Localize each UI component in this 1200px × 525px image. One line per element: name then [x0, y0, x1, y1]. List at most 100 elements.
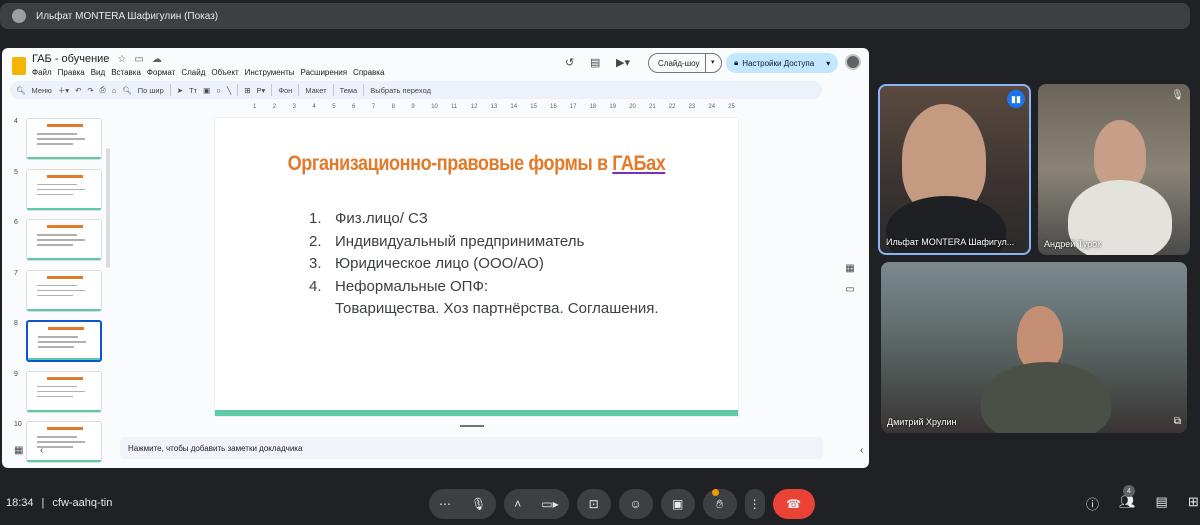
- folder-icon[interactable]: ▭: [845, 284, 854, 295]
- share-button[interactable]: 🔒︎ Настройки Доступа ▾: [726, 53, 838, 73]
- menu-edit[interactable]: Правка: [58, 68, 85, 77]
- comments-icon[interactable]: ▤: [590, 56, 600, 69]
- slide-thumbnail[interactable]: 6: [8, 219, 104, 265]
- participant-name: Андрей Турок: [1044, 239, 1102, 249]
- transition-button[interactable]: Выбрать переход: [370, 86, 431, 95]
- menu-view[interactable]: Вид: [91, 68, 105, 77]
- shape-icon[interactable]: ○: [216, 86, 221, 95]
- ruler-tick: 19: [609, 104, 617, 110]
- share-label: Настройки Доступа: [742, 58, 815, 68]
- thumbnail-preview: [26, 370, 102, 413]
- line-icon[interactable]: ╲: [227, 86, 232, 95]
- slide-title-underlined: ГАБах: [612, 152, 666, 175]
- doc-title[interactable]: ГАБ - обучение: [32, 53, 109, 65]
- chevron-left-icon[interactable]: ‹: [860, 445, 863, 456]
- presenter-bar: Ильфат MONTERA Шафигулин (Показ): [0, 3, 1190, 29]
- notes-resize-handle[interactable]: [460, 425, 484, 427]
- speaker-notes[interactable]: Нажмите, чтобы добавить заметки докладчи…: [120, 437, 823, 459]
- camera-icon[interactable]: ▭▸: [531, 497, 568, 511]
- ruler-tick: 10: [431, 104, 438, 110]
- ruler-tick: 13: [490, 104, 498, 110]
- menu-slide[interactable]: Слайд: [181, 68, 205, 77]
- slide-number: 4: [14, 118, 18, 125]
- menu-file[interactable]: Файл: [32, 68, 52, 77]
- slide-thumbnail[interactable]: 4: [8, 118, 104, 164]
- ruler-tick: 6: [352, 104, 356, 110]
- print-icon[interactable]: ⎙: [100, 85, 106, 95]
- history-icon[interactable]: ↺: [565, 56, 574, 69]
- theme-button[interactable]: Тема: [340, 86, 358, 95]
- folder-icon[interactable]: ▭: [134, 54, 143, 65]
- textbox-icon[interactable]: Tт: [189, 86, 197, 95]
- zoom-label[interactable]: По шир: [138, 86, 164, 95]
- meet-icon[interactable]: ▶▾: [616, 56, 630, 69]
- search-icon[interactable]: 🔍︎: [16, 86, 26, 95]
- participant-tile[interactable]: 🎙︎ Андрей Турок: [1038, 84, 1190, 255]
- menu-extensions[interactable]: Расширения: [301, 68, 348, 77]
- slide-thumbnail[interactable]: 10: [8, 421, 104, 467]
- slide-title-main: Организационно-правовые формы в: [287, 152, 613, 175]
- more-options-button[interactable]: ⋮: [744, 489, 765, 519]
- grid-view-icon[interactable]: ▦: [14, 445, 23, 456]
- comment-add-icon[interactable]: ⊞: [244, 86, 250, 95]
- chevron-down-icon[interactable]: ▾: [711, 58, 715, 66]
- present-button[interactable]: ⊡: [576, 489, 611, 519]
- meeting-info: 18:34 | cfw-aahq-tin: [6, 497, 113, 509]
- redo-icon[interactable]: ↷: [87, 86, 93, 95]
- doc-title-row: ГАБ - обучение ☆ ▭ ☁: [32, 53, 162, 65]
- add-slide-icon[interactable]: ＋▾: [58, 85, 69, 96]
- slide-title: Организационно-правовые формы в ГАБах: [252, 152, 702, 176]
- image-icon[interactable]: ▣: [203, 86, 210, 95]
- menu-format[interactable]: Формат: [147, 68, 175, 77]
- thumbnail-preview: [26, 219, 102, 261]
- menu-tools[interactable]: Инструменты: [245, 68, 295, 77]
- menu-object[interactable]: Объект: [211, 68, 238, 77]
- slide-thumbnail[interactable]: 8: [8, 320, 104, 366]
- side-controls: ⓘ 👥︎ ▤ ⊞: [1086, 494, 1199, 513]
- info-icon[interactable]: ⓘ: [1086, 494, 1099, 513]
- chevron-left-icon[interactable]: ‹: [40, 445, 43, 456]
- participant-tile[interactable]: ⧉ Дмитрий Хрулин: [881, 262, 1187, 433]
- hang-up-icon: ☎: [786, 497, 802, 511]
- keep-icon[interactable]: ▦: [845, 263, 854, 274]
- paint-format-icon[interactable]: ⌂: [112, 86, 117, 95]
- layout-button[interactable]: Макет: [305, 86, 326, 95]
- undo-icon[interactable]: ↶: [75, 86, 81, 95]
- ruler-tick: 25: [728, 104, 735, 110]
- select-icon[interactable]: ➤: [177, 86, 183, 95]
- slide-number: 8: [14, 320, 18, 327]
- star-icon[interactable]: ☆: [117, 54, 126, 65]
- slide-canvas[interactable]: Организационно-правовые формы в ГАБах 1.…: [215, 118, 738, 416]
- zoom-icon[interactable]: 🔍︎: [122, 86, 132, 95]
- mic-off-icon: 🎙︎: [1171, 90, 1184, 101]
- slide-thumbnail[interactable]: 7: [8, 269, 104, 316]
- apps-icon[interactable]: ⊞: [1188, 494, 1199, 513]
- background-format-icon[interactable]: Р▾: [257, 86, 266, 95]
- toolbar: 🔍︎ Меню ＋▾ ↶ ↷ ⎙ ⌂ 🔍︎ По шир ➤ Tт ▣ ○ ╲ …: [10, 81, 822, 99]
- chevron-down-icon[interactable]: ▾: [826, 59, 830, 68]
- participant-tile[interactable]: ▮▮ Ильфат MONTERA Шафигул...: [878, 84, 1031, 255]
- speaking-indicator-icon: ▮▮: [1007, 90, 1025, 108]
- captions-button[interactable]: ▣: [660, 489, 695, 519]
- slide-thumbnail[interactable]: 5: [8, 168, 104, 215]
- background-button[interactable]: Фон: [278, 86, 292, 95]
- chat-icon[interactable]: ▤: [1156, 494, 1168, 513]
- menu-help[interactable]: Справка: [353, 68, 384, 77]
- mic-icon[interactable]: 🎙︎: [461, 497, 496, 511]
- pin-icon[interactable]: ⧉: [1174, 416, 1181, 427]
- more-audio-icon[interactable]: ⋯: [429, 497, 461, 511]
- slide-thumbnail[interactable]: 9: [8, 370, 104, 417]
- present-icon: ⊡: [588, 497, 599, 511]
- filmstrip-scrollbar[interactable]: [106, 148, 110, 268]
- ruler-tick: 15: [530, 104, 537, 110]
- user-avatar[interactable]: [845, 54, 861, 70]
- mic-group: ⋯ 🎙︎: [429, 489, 497, 519]
- reactions-button[interactable]: ☺: [618, 489, 653, 519]
- end-call-button[interactable]: ☎: [772, 489, 815, 519]
- menu-search-label[interactable]: Меню: [32, 86, 52, 95]
- menu-insert[interactable]: Вставка: [111, 68, 141, 77]
- participant-name: Дмитрий Хрулин: [887, 417, 957, 427]
- slideshow-button[interactable]: Слайд-шоу ▾: [648, 53, 722, 73]
- chevron-up-icon[interactable]: ˄: [504, 497, 531, 511]
- raise-hand-button[interactable]: ✋︎: [702, 489, 737, 519]
